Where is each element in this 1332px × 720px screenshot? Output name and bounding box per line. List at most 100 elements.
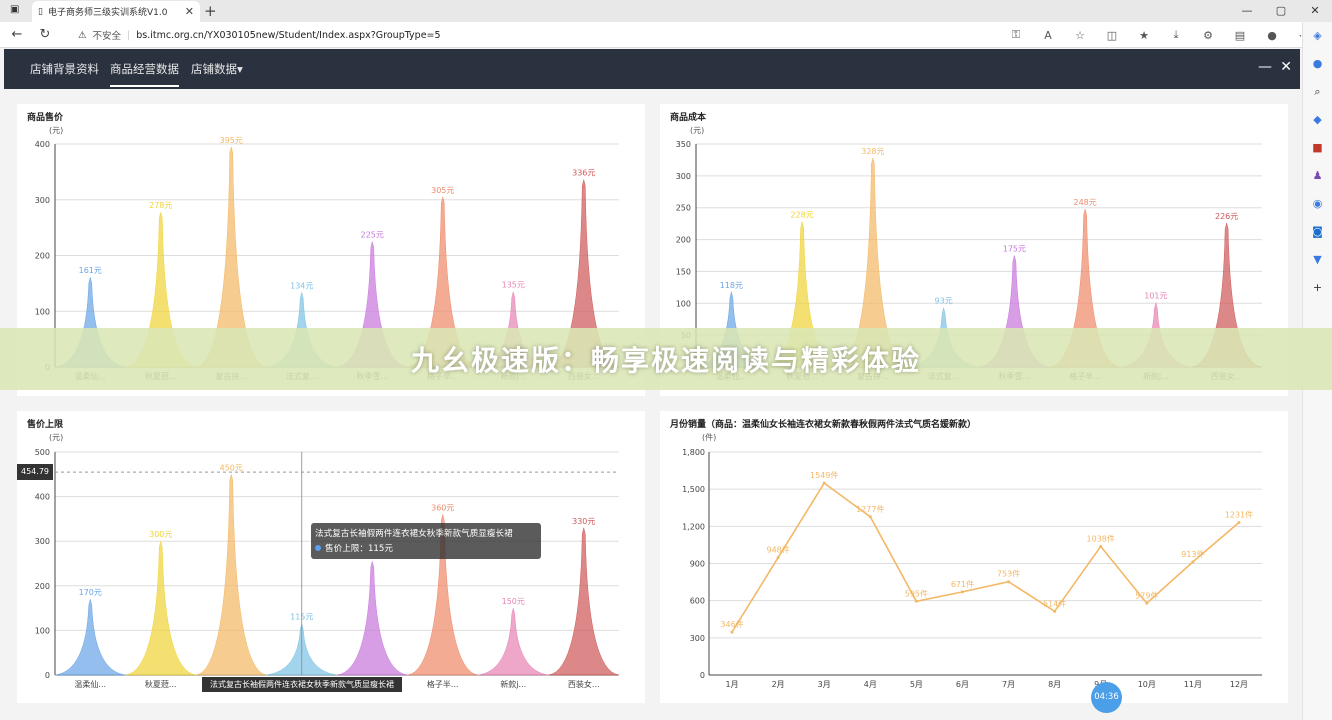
separator: | — [127, 29, 131, 41]
minimize-window-button[interactable]: — — [1230, 0, 1264, 22]
y-tick-label: 150 — [676, 267, 691, 276]
profile-avatar[interactable]: ● — [1256, 29, 1288, 42]
y-tick-label: 1,200 — [682, 522, 705, 531]
data-label: 118元 — [720, 281, 743, 290]
data-label: 753件 — [997, 569, 1020, 579]
copilot-icon[interactable]: ◈ — [1303, 22, 1332, 50]
outlook-icon[interactable]: ◙ — [1303, 218, 1332, 246]
minimize-icon[interactable]: — — [1258, 59, 1272, 75]
url-text: bs.itmc.org.cn/YX030105new/Student/Index… — [136, 29, 441, 41]
app-navbar: 店铺背景资料 商品经营数据 店铺数据▾ — ✕ — [4, 49, 1300, 89]
y-tick-label: 400 — [35, 493, 50, 502]
y-tick-label: 1,500 — [682, 485, 705, 494]
office-icon[interactable]: ◉ — [1303, 190, 1332, 218]
tooltip-value: 售价上限：115元 — [325, 544, 393, 554]
drop-icon[interactable]: ▼ — [1303, 246, 1332, 274]
y-tick-label: 500 — [35, 448, 50, 457]
y-pointer-label: 454.79 — [17, 464, 53, 480]
briefcase-icon[interactable]: ■ — [1303, 134, 1332, 162]
series-dot-icon — [315, 545, 321, 551]
favorite-icon[interactable]: ☆ — [1064, 29, 1096, 42]
y-tick-label: 100 — [35, 626, 50, 635]
x-tick-label: 12月 — [1230, 680, 1248, 689]
data-label: 278元 — [149, 201, 172, 210]
data-label: 330元 — [572, 517, 595, 526]
new-tab-icon[interactable]: + — [204, 2, 217, 20]
maximize-window-button[interactable]: ▢ — [1264, 0, 1298, 22]
peak-bar — [195, 474, 267, 676]
data-label: 328元 — [861, 147, 884, 156]
x-tick-label: 秋夏蒄... — [145, 679, 177, 689]
address-bar[interactable]: ⚠ 不安全 | bs.itmc.org.cn/YX030105new/Stude… — [78, 25, 1078, 45]
key-icon[interactable]: ⚿ — [1000, 28, 1032, 42]
peak-bar — [548, 527, 620, 676]
tab-title: 电子商务师三级实训系统V1.0 — [47, 8, 168, 18]
data-label: 336元 — [572, 169, 595, 178]
y-tick-label: 1,800 — [682, 448, 705, 457]
games-icon[interactable]: ♟ — [1303, 162, 1332, 190]
data-label: 346件 — [720, 619, 743, 629]
data-label: 579件 — [1135, 590, 1158, 600]
data-label: 175元 — [1003, 245, 1026, 254]
close-window-button[interactable]: ✕ — [1298, 0, 1332, 22]
favorites-list-icon[interactable]: ★ — [1128, 29, 1160, 42]
close-tab-icon[interactable]: ✕ — [185, 5, 194, 18]
x-tick-label: 温柔仙... — [74, 679, 106, 689]
read-aloud-icon[interactable]: A — [1032, 29, 1064, 42]
y-tick-label: 200 — [35, 252, 50, 261]
data-point — [776, 556, 780, 560]
data-point — [822, 481, 826, 485]
data-point — [1191, 560, 1195, 564]
x-tick-label: 3月 — [818, 680, 831, 689]
x-tick-label: 8月 — [1048, 680, 1061, 689]
y-tick-label: 400 — [35, 140, 50, 149]
chart-title: 商品成本 — [670, 113, 707, 123]
data-label: 595件 — [905, 588, 928, 598]
search-icon[interactable]: ⌕ — [1303, 78, 1332, 106]
extensions-icon[interactable]: ⚙ — [1192, 29, 1224, 42]
timer-badge[interactable]: 04:36 — [1091, 682, 1122, 713]
data-label: 913件 — [1181, 549, 1204, 559]
y-tick-label: 0 — [700, 671, 705, 680]
x-tick-label: 格子半... — [427, 679, 459, 689]
data-label: 450元 — [220, 463, 243, 472]
data-label: 1277件 — [856, 504, 884, 514]
chart-unit: (元) — [49, 126, 64, 135]
download-icon[interactable]: ⤓ — [1160, 28, 1192, 42]
close-icon[interactable]: ✕ — [1280, 59, 1292, 75]
data-label: 150元 — [502, 597, 525, 606]
data-label: 300元 — [149, 530, 172, 539]
chart-title: 售价上限 — [27, 420, 64, 430]
add-icon[interactable]: + — [1303, 274, 1332, 302]
data-label: 134元 — [290, 281, 313, 290]
data-point — [1053, 609, 1057, 613]
y-tick-label: 600 — [690, 597, 705, 606]
data-label: 305元 — [431, 186, 454, 195]
data-label: 161元 — [79, 266, 102, 275]
back-icon[interactable]: ← — [6, 27, 28, 42]
bell-icon[interactable]: ● — [1303, 50, 1332, 78]
promo-banner[interactable]: 九幺极速版：畅享极速阅读与精彩体验 — [0, 328, 1332, 390]
y-tick-label: 300 — [690, 634, 705, 643]
browser-tab[interactable]: ▯ 电子商务师三级实训系统V1.0 ✕ — [32, 1, 200, 22]
nav-item-product-data[interactable]: 商品经营数据 — [110, 61, 179, 87]
nav-item-store-data[interactable]: 店铺数据▾ — [191, 61, 243, 77]
x-tick-label: 2月 — [772, 680, 785, 689]
tab-actions-icon[interactable]: ▣ — [10, 4, 19, 15]
refresh-icon[interactable]: ↻ — [34, 27, 56, 42]
split-screen-icon[interactable]: ◫ — [1096, 29, 1128, 42]
y-tick-label: 300 — [676, 172, 691, 181]
warning-icon: ⚠ — [78, 29, 87, 41]
collections-icon[interactable]: ▤ — [1224, 29, 1256, 42]
tag-icon[interactable]: ◆ — [1303, 106, 1332, 134]
nav-item-store-background[interactable]: 店铺背景资料 — [30, 61, 99, 77]
data-point — [1237, 520, 1241, 524]
data-label: 135元 — [502, 281, 525, 290]
data-point — [730, 630, 734, 634]
peak-bar — [336, 561, 408, 676]
x-tick-label: 11月 — [1184, 680, 1202, 689]
x-tick-label: 7月 — [1002, 680, 1015, 689]
y-tick-label: 300 — [35, 196, 50, 205]
chart-unit: (元) — [690, 126, 705, 135]
address-bar-row: ← ↻ ⚠ 不安全 | bs.itmc.org.cn/YX030105new/S… — [0, 22, 1332, 48]
